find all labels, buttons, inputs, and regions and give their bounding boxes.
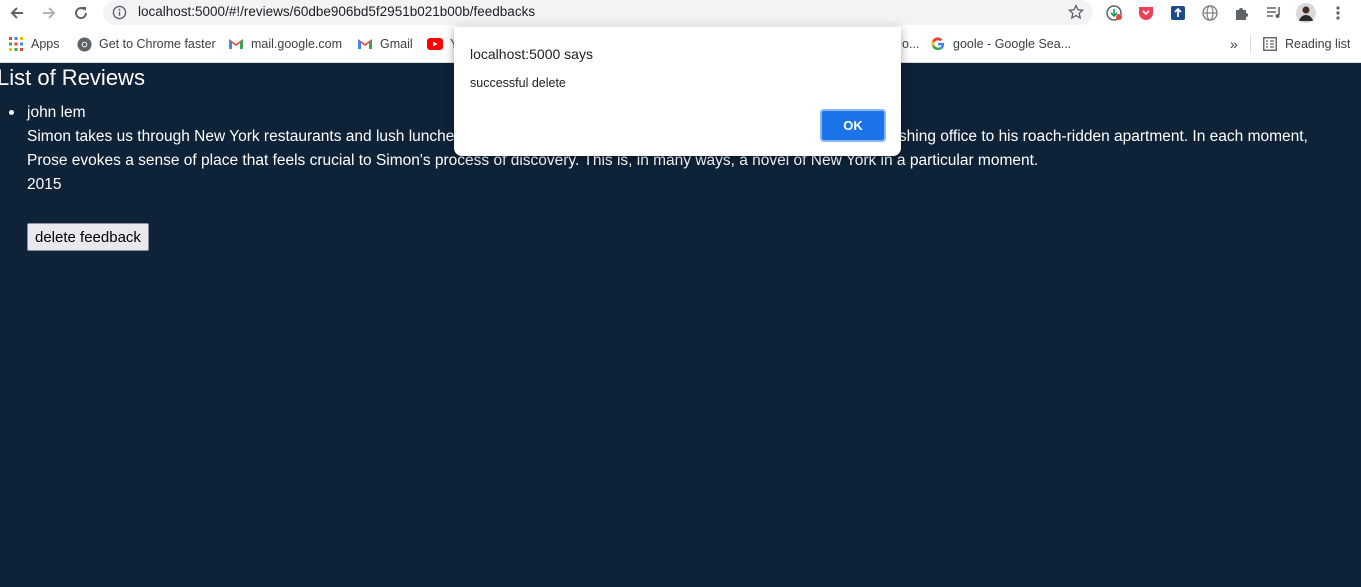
info-icon[interactable] — [111, 4, 127, 20]
youtube-icon — [427, 36, 443, 52]
dialog-message: successful delete — [470, 76, 566, 90]
kebab-menu-icon[interactable] — [1328, 3, 1348, 23]
reload-icon — [75, 7, 88, 20]
bookmark-label: Apps — [31, 37, 60, 51]
forward-button[interactable] — [37, 1, 61, 25]
globe-icon[interactable] — [1200, 3, 1220, 23]
back-button[interactable] — [5, 1, 29, 25]
bookmarks-divider — [1250, 35, 1251, 53]
puzzle-icon[interactable] — [1232, 3, 1252, 23]
back-arrow-icon — [10, 7, 23, 19]
review-year: 2015 — [27, 176, 62, 193]
bookmarks-overflow-button[interactable]: » — [1230, 35, 1238, 53]
bookmark-gmail[interactable]: Gmail — [357, 35, 413, 53]
media-icon[interactable] — [1264, 3, 1284, 23]
reload-button[interactable] — [69, 1, 93, 25]
pocket-icon[interactable] — [1136, 3, 1156, 23]
bookmark-mail-google[interactable]: mail.google.com — [228, 35, 342, 53]
bookmark-label: Gmail — [380, 37, 413, 51]
address-bar[interactable]: localhost:5000/#!/reviews/60dbe906bd5f29… — [103, 0, 1093, 25]
google-icon — [930, 36, 946, 52]
bookmark-partial[interactable]: o... — [902, 35, 919, 53]
bookmark-label: Get to Chrome faster — [99, 37, 216, 51]
bookmark-apps[interactable]: Apps — [8, 35, 60, 53]
chrome-icon — [76, 36, 92, 52]
gmail-icon — [357, 36, 373, 52]
upload-extension-icon[interactable] — [1168, 3, 1188, 23]
alert-dialog: localhost:5000 says successful delete OK — [454, 27, 901, 156]
reading-list-button[interactable]: Reading list — [1262, 35, 1350, 53]
star-icon[interactable] — [1067, 3, 1085, 21]
bookmark-label: goole - Google Sea... — [953, 37, 1072, 51]
delete-feedback-button[interactable]: delete feedback — [27, 223, 149, 251]
overflow-chevron-icon: » — [1230, 36, 1238, 52]
bookmark-google-search[interactable]: goole - Google Sea... — [930, 35, 1071, 53]
bookmark-label: mail.google.com — [251, 37, 343, 51]
apps-grid-icon — [8, 36, 24, 52]
profile-avatar[interactable] — [1296, 3, 1316, 23]
reading-list-label: Reading list — [1285, 37, 1351, 51]
dialog-title: localhost:5000 says — [470, 46, 593, 62]
browser-toolbar: localhost:5000/#!/reviews/60dbe906bd5f29… — [0, 0, 1361, 26]
forward-arrow-icon — [43, 7, 56, 19]
ok-button[interactable]: OK — [820, 109, 886, 142]
download-extension-icon[interactable] — [1104, 3, 1124, 23]
page-title: List of Reviews — [0, 65, 145, 90]
url-text: localhost:5000/#!/reviews/60dbe906bd5f29… — [138, 4, 536, 19]
bookmark-chrome[interactable]: Get to Chrome faster — [76, 35, 216, 53]
gmail-icon — [228, 36, 244, 52]
bookmark-label: o... — [902, 37, 920, 51]
reading-list-icon — [1262, 36, 1278, 52]
